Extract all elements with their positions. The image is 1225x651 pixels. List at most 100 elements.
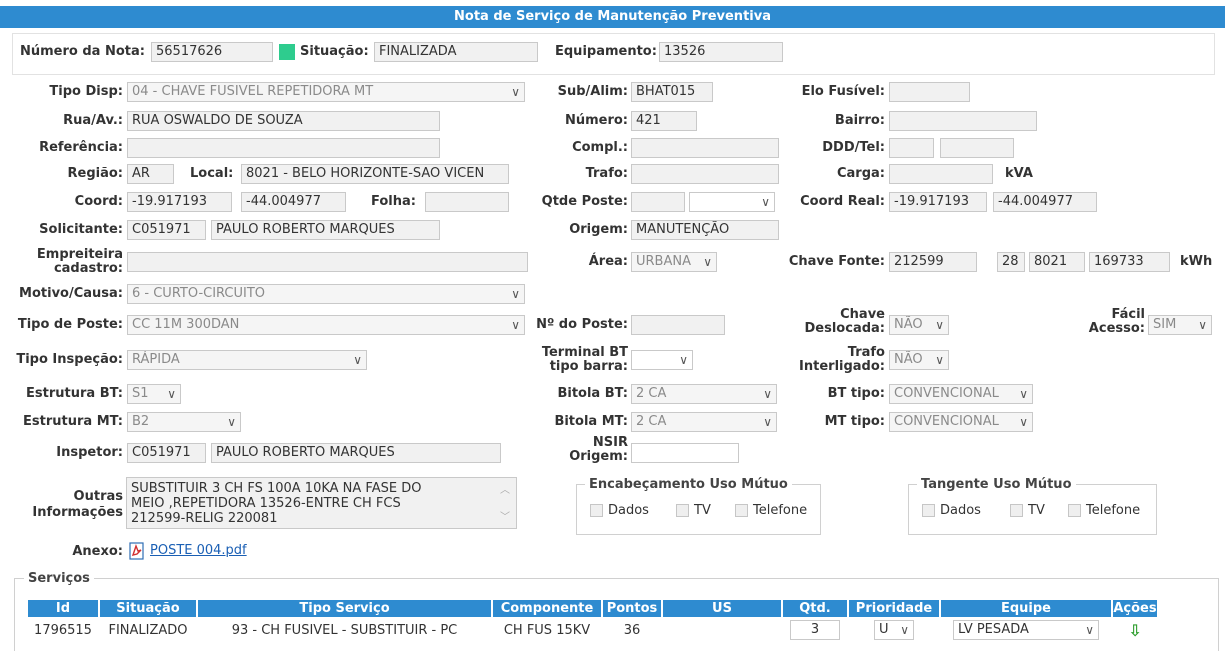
equipe-select[interactable]: LV PESADA ∨: [953, 620, 1099, 640]
empreiteira-label-line1: Empreiteira: [36, 247, 123, 262]
scroll-up-icon[interactable]: ︿: [500, 481, 510, 496]
col-componente[interactable]: Componente: [493, 600, 601, 617]
folha-field[interactable]: [425, 192, 509, 212]
facil-acesso-value: SIM: [1153, 317, 1177, 332]
pdf-file-icon[interactable]: [128, 542, 146, 560]
chave-fonte-field-4[interactable]: 169733: [1089, 252, 1170, 272]
anexo-label: Anexo:: [72, 544, 123, 559]
n-poste-field[interactable]: [631, 315, 725, 335]
qtd-input[interactable]: 3: [790, 620, 840, 640]
col-tipo-servico[interactable]: Tipo Serviço: [198, 600, 491, 617]
area-select[interactable]: URBANA ∨: [631, 252, 717, 272]
carga-field[interactable]: [889, 164, 993, 184]
enc-telefone-label: Telefone: [753, 503, 808, 518]
chevron-down-icon: ∨: [703, 255, 712, 269]
regiao-field[interactable]: AR: [127, 164, 174, 184]
servicos-table: Id Situação Tipo Serviço Componente Pont…: [26, 598, 1159, 643]
prioridade-select[interactable]: U ∨: [874, 620, 914, 640]
bitola-mt-select[interactable]: 2 CA ∨: [631, 412, 777, 432]
chave-fonte-field-2[interactable]: 28: [997, 252, 1025, 272]
numero-field[interactable]: 421: [631, 111, 697, 131]
equipamento-field[interactable]: 13526: [659, 42, 783, 62]
tan-dados-checkbox[interactable]: [922, 504, 935, 517]
tipo-inspecao-select[interactable]: RÁPIDA ∨: [127, 350, 367, 370]
rua-field[interactable]: RUA OSWALDO DE SOUZA: [127, 111, 440, 131]
referencia-field[interactable]: [127, 138, 440, 158]
col-acoes[interactable]: Ações: [1113, 600, 1157, 617]
col-us[interactable]: US: [663, 600, 781, 617]
chevron-down-icon: ∨: [167, 387, 176, 401]
bt-tipo-value: CONVENCIONAL: [894, 386, 999, 401]
inspetor-code-field[interactable]: C051971: [127, 443, 206, 463]
bitola-bt-select[interactable]: 2 CA ∨: [631, 384, 777, 404]
scroll-down-icon[interactable]: ﹀: [500, 508, 510, 523]
inspetor-name-field[interactable]: PAULO ROBERTO MARQUES: [211, 443, 501, 463]
coord-lat-field[interactable]: -19.917193: [127, 192, 232, 212]
chevron-down-icon: ∨: [1085, 623, 1094, 637]
chave-deslocada-select[interactable]: NÃO ∨: [889, 315, 949, 335]
mt-tipo-select[interactable]: CONVENCIONAL ∨: [889, 412, 1033, 432]
bitola-bt-label: Bitola BT:: [557, 386, 628, 401]
trafo-interligado-select[interactable]: NÃO ∨: [889, 350, 949, 370]
situacao-field[interactable]: FINALIZADA: [374, 42, 538, 62]
motivo-select[interactable]: 6 - CURTO-CIRCUITO ∨: [127, 284, 525, 304]
terminal-bt-select[interactable]: ∨: [631, 350, 693, 370]
compl-field[interactable]: [631, 138, 779, 158]
estrutura-bt-select[interactable]: S1 ∨: [127, 384, 181, 404]
elo-fusivel-field[interactable]: [889, 82, 970, 102]
trafo-field[interactable]: [631, 164, 779, 184]
enc-tv-checkbox[interactable]: [676, 504, 689, 517]
row-componente: CH FUS 15KV: [503, 622, 591, 638]
chave-fonte-field-1[interactable]: 212599: [889, 252, 977, 272]
col-equipe[interactable]: Equipe: [941, 600, 1111, 617]
chevron-down-icon: ∨: [353, 353, 362, 367]
coord-real-lon-field[interactable]: -44.004977: [993, 192, 1097, 212]
coord-lon-field[interactable]: -44.004977: [241, 192, 346, 212]
facil-acesso-label-line2: Acesso:: [1088, 321, 1145, 336]
estrutura-mt-select[interactable]: B2 ∨: [127, 412, 241, 432]
qtde-poste-field[interactable]: [631, 192, 685, 212]
empreiteira-label-line2: cadastro:: [53, 261, 123, 276]
chevron-down-icon: ∨: [900, 623, 909, 637]
origem-field[interactable]: MANUTENÇÃO: [631, 220, 779, 240]
ddd-field[interactable]: [889, 138, 934, 158]
local-field[interactable]: 8021 - BELO HORIZONTE-SAO VICEN: [241, 164, 509, 184]
chevron-down-icon: ∨: [227, 415, 236, 429]
bt-tipo-select[interactable]: CONVENCIONAL ∨: [889, 384, 1033, 404]
outras-informacoes-textarea[interactable]: SUBSTITUIR 3 CH FS 100A 10KA NA FASE DO …: [126, 477, 517, 529]
empreiteira-field[interactable]: [127, 252, 528, 272]
anexo-link[interactable]: POSTE 004.pdf: [150, 543, 247, 558]
tan-telefone-checkbox[interactable]: [1068, 504, 1081, 517]
solicitante-code-field[interactable]: C051971: [127, 220, 206, 240]
bairro-field[interactable]: [889, 111, 1037, 131]
col-prioridade[interactable]: Prioridade: [849, 600, 939, 617]
solicitante-name-field[interactable]: PAULO ROBERTO MARQUES: [211, 220, 440, 240]
mt-tipo-label: MT tipo:: [824, 414, 885, 429]
numero-nota-field[interactable]: 56517626: [151, 42, 273, 62]
enc-dados-checkbox[interactable]: [590, 504, 603, 517]
situacao-label: Situação:: [300, 44, 369, 59]
tipo-poste-select[interactable]: CC 11M 300DAN ∨: [127, 315, 525, 335]
col-qtd[interactable]: Qtd.: [783, 600, 847, 617]
tan-tv-checkbox[interactable]: [1010, 504, 1023, 517]
chevron-down-icon: ∨: [1019, 387, 1028, 401]
tipo-disp-select[interactable]: 04 - CHAVE FUSIVEL REPETIDORA MT ∨: [127, 82, 525, 102]
tan-telefone-label: Telefone: [1086, 503, 1141, 518]
col-situacao[interactable]: Situação: [100, 600, 196, 617]
facil-acesso-select[interactable]: SIM ∨: [1148, 315, 1212, 335]
tipo-disp-label: Tipo Disp:: [49, 84, 123, 99]
col-pontos[interactable]: Pontos: [603, 600, 661, 617]
enc-telefone-checkbox[interactable]: [735, 504, 748, 517]
download-arrow-icon[interactable]: ⇩: [1128, 621, 1141, 640]
chave-deslocada-label-line2: Deslocada:: [804, 321, 886, 336]
sub-alim-field[interactable]: BHAT015: [631, 82, 713, 102]
nsir-origem-field[interactable]: [631, 443, 739, 463]
local-label: Local:: [190, 166, 234, 181]
chevron-down-icon: ∨: [511, 318, 520, 332]
row-tipo-servico: 93 - CH FUSIVEL - SUBSTITUIR - PC: [231, 622, 458, 638]
tel-field[interactable]: [940, 138, 1014, 158]
chave-fonte-field-3[interactable]: 8021: [1029, 252, 1085, 272]
col-id[interactable]: Id: [28, 600, 98, 617]
coord-real-lat-field[interactable]: -19.917193: [889, 192, 987, 212]
chevron-down-icon: ∨: [1019, 415, 1028, 429]
